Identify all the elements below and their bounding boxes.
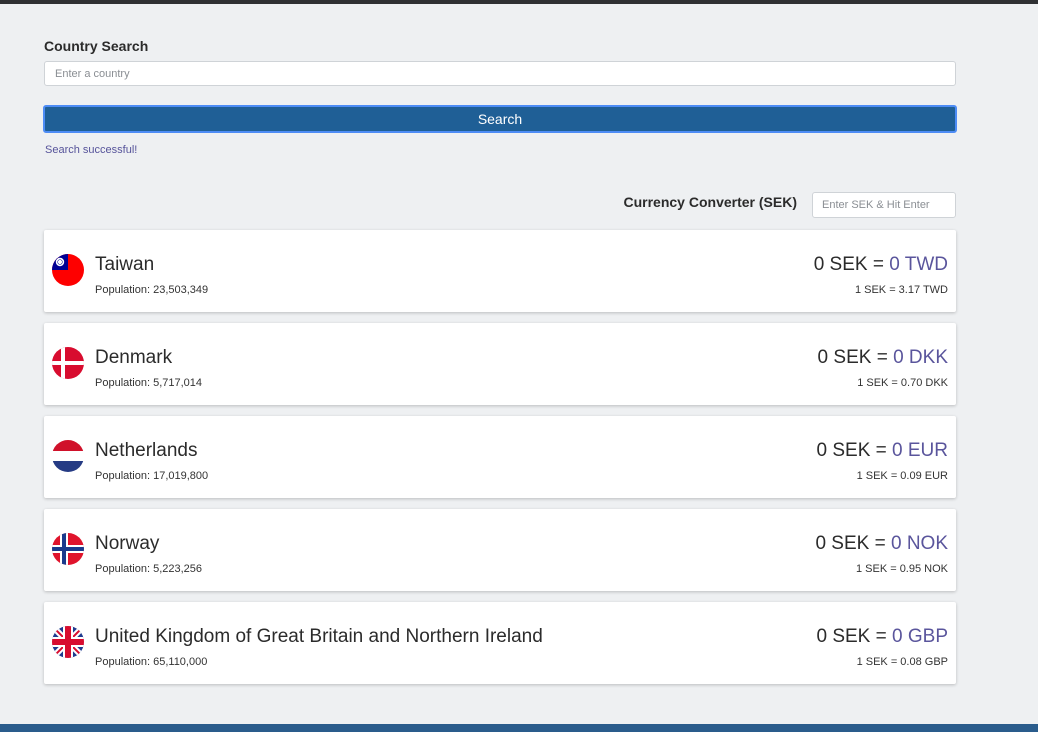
- conversion-target: 0 EUR: [892, 440, 948, 461]
- country-card-united-kingdom: United Kingdom of Great Britain and Nort…: [44, 602, 956, 684]
- conversion-target: 0 DKK: [893, 347, 948, 368]
- country-population: Population: 23,503,349: [95, 284, 209, 296]
- search-button[interactable]: Search: [43, 105, 957, 133]
- conversion-target: 0 GBP: [892, 626, 948, 647]
- country-population: Population: 5,223,256: [95, 563, 203, 575]
- footer-bar: [0, 724, 1038, 732]
- country-name: Netherlands: [95, 440, 198, 461]
- country-name: United Kingdom of Great Britain and Nort…: [95, 626, 543, 647]
- conversion-result: 0 SEK = 0 TWD: [814, 254, 948, 276]
- country-population: Population: 17,019,800: [95, 470, 209, 482]
- conversion-target: 0 NOK: [890, 533, 948, 554]
- conversion-target: 0 TWD: [889, 254, 948, 275]
- country-card-netherlands: Netherlands Population: 17,019,800 0 SEK…: [44, 416, 956, 498]
- sek-amount-input[interactable]: [812, 192, 956, 218]
- country-card-norway: Norway Population: 5,223,256 0 SEK = 0 N…: [44, 509, 956, 591]
- search-status-message: Search successful!: [45, 144, 138, 156]
- country-name: Denmark: [95, 347, 173, 368]
- country-card-denmark: Denmark Population: 5,717,014 0 SEK = 0 …: [44, 323, 956, 405]
- exchange-rate: 1 SEK = 3.17 TWD: [854, 284, 948, 296]
- window-top-bar: [0, 0, 1038, 4]
- country-card-taiwan: Taiwan Population: 23,503,349 0 SEK = 0 …: [44, 230, 956, 312]
- denmark-flag-icon: [52, 347, 84, 379]
- country-search-label: Country Search: [44, 38, 149, 54]
- country-population: Population: 5,717,014: [95, 377, 203, 389]
- country-search-input[interactable]: [44, 61, 956, 86]
- conversion-base: 0 SEK =: [817, 347, 888, 368]
- exchange-rate: 1 SEK = 0.95 NOK: [855, 563, 948, 575]
- exchange-rate: 1 SEK = 0.09 EUR: [856, 470, 948, 482]
- conversion-base: 0 SEK =: [813, 254, 884, 275]
- country-name: Norway: [95, 533, 160, 554]
- conversion-result: 0 SEK = 0 EUR: [817, 440, 949, 462]
- exchange-rate: 1 SEK = 0.70 DKK: [857, 377, 948, 389]
- conversion-result: 0 SEK = 0 NOK: [815, 533, 948, 555]
- currency-converter-label: Currency Converter (SEK): [623, 194, 798, 210]
- conversion-base: 0 SEK =: [816, 440, 887, 461]
- conversion-base: 0 SEK =: [815, 533, 886, 554]
- conversion-base: 0 SEK =: [816, 626, 887, 647]
- country-population: Population: 65,110,000: [95, 656, 208, 668]
- country-name: Taiwan: [95, 254, 155, 275]
- taiwan-flag-icon: [52, 254, 84, 286]
- norway-flag-icon: [52, 533, 84, 565]
- exchange-rate: 1 SEK = 0.08 GBP: [856, 656, 948, 668]
- conversion-result: 0 SEK = 0 GBP: [816, 626, 948, 648]
- uk-flag-icon: [52, 626, 84, 658]
- netherlands-flag-icon: [52, 440, 84, 472]
- conversion-result: 0 SEK = 0 DKK: [818, 347, 948, 369]
